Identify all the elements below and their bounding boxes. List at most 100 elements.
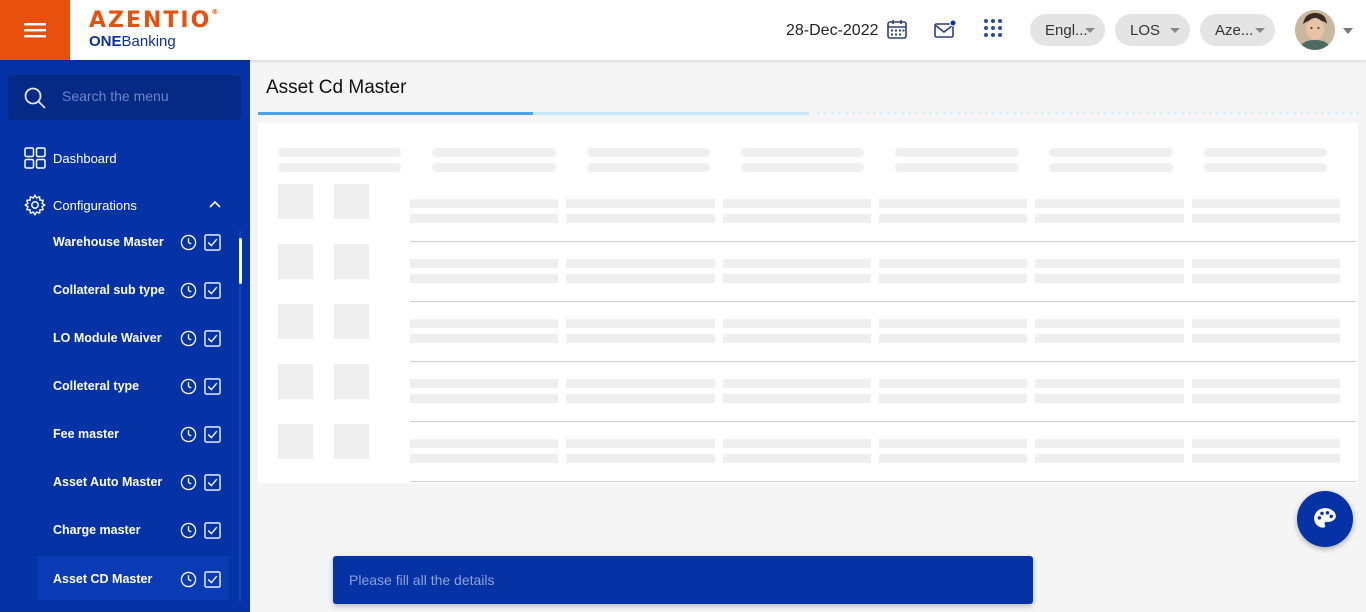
checkbox-icon[interactable] [204,234,221,251]
menu-search-input[interactable] [62,88,232,104]
clock-icon[interactable] [180,571,197,588]
theme-palette-button[interactable] [1297,491,1353,547]
validation-toast: Please fill all the details [333,556,1033,604]
clock-icon[interactable] [180,282,197,299]
sidebar-item-lo-module-waiver[interactable]: LO Module Waiver [38,318,229,358]
clock-icon[interactable] [180,378,197,395]
skeleton-header-bar [432,163,556,172]
checkbox-icon[interactable] [204,282,221,299]
sidebar-item-collateral-sub-type[interactable]: Collateral sub type [38,270,229,310]
module-select-value: LOS [1130,21,1161,39]
module-select[interactable]: LOS [1115,14,1190,46]
progress-tab-next [533,112,809,115]
skeleton-cell-bar [723,334,871,343]
skeleton-cell-bar [566,214,715,223]
apps-grid-icon[interactable] [982,17,1006,41]
user-avatar[interactable] [1295,10,1335,50]
skeleton-cell-bar [1192,274,1340,283]
skeleton-cell-bar [566,394,715,403]
skeleton-cell-bar [1035,334,1184,343]
clock-icon[interactable] [180,474,197,491]
skeleton-cell-bar [410,454,558,463]
skeleton-header-bar [278,163,401,172]
skeleton-cell-bar [566,259,715,268]
sidebar-item-charge-master[interactable]: Charge master [38,510,229,550]
skeleton-header-bar [587,148,710,157]
skeleton-cell-bar [410,199,558,208]
chevron-down-icon [1085,28,1095,33]
sidebar-item-asset-cd-master[interactable]: Asset CD Master [38,556,229,600]
checkbox-icon[interactable] [204,378,221,395]
skeleton-cell-bar [879,319,1027,328]
sidebar-item-configurations[interactable]: Configurations [24,194,224,216]
checkbox-icon[interactable] [204,474,221,491]
entity-select[interactable]: Aze... [1200,14,1275,46]
user-menu-chevron-icon[interactable] [1343,28,1353,34]
brand-sub-bold: ONE [89,33,122,50]
skeleton-cell-bar [879,334,1027,343]
skeleton-cell-bar [879,199,1027,208]
calendar-icon[interactable] [886,18,910,42]
checkbox-icon[interactable] [204,426,221,443]
skeleton-header-bar [741,148,864,157]
clock-icon[interactable] [180,522,197,539]
clock-icon[interactable] [180,234,197,251]
menu-search[interactable] [8,75,241,120]
checkbox-icon[interactable] [204,571,221,588]
hamburger-menu-button[interactable] [0,0,70,60]
sidebar-item-label: Asset Auto Master [53,475,163,489]
skeleton-cell-bar [410,379,558,388]
skeleton-cell-bar [879,379,1027,388]
checkbox-icon[interactable] [204,522,221,539]
sidebar-item-colleteral-type[interactable]: Colleteral type [38,366,229,406]
skeleton-cell-bar [1192,439,1340,448]
skeleton-cell-bar [1192,334,1340,343]
business-date: 28-Dec-2022 [786,22,879,39]
mail-icon[interactable] [933,18,957,42]
skeleton-cell-bar [410,274,558,283]
row-divider [410,421,1356,422]
row-divider [410,301,1356,302]
skeleton-cell-bar [879,439,1027,448]
skeleton-cell-bar [566,454,715,463]
skeleton-cell-bar [1192,379,1340,388]
sidebar-item-warehouse-master[interactable]: Warehouse Master [38,222,229,262]
sidebar-scrollbar-thumb[interactable] [239,238,242,284]
skeleton-box [334,364,369,399]
sidebar-item-label: Warehouse Master [53,235,164,249]
skeleton-header-bar [1049,148,1173,157]
sidebar-item-dashboard[interactable]: Dashboard [24,147,117,169]
skeleton-box [278,364,313,399]
skeleton-cell-bar [566,334,715,343]
brand-name: AZENTIO [89,8,212,33]
toast-message: Please fill all the details [349,572,495,588]
skeleton-cell-bar [1192,199,1340,208]
sidebar: Dashboard Configurations Warehouse Maste… [0,60,250,612]
row-divider [410,481,1356,482]
top-header: AZENTIO® ONEBanking 28-Dec-2022 Engl... … [0,0,1366,60]
skeleton-header-bar [587,163,710,172]
skeleton-header-bar [895,163,1019,172]
chevron-down-icon [1255,28,1265,33]
clock-icon[interactable] [180,330,197,347]
skeleton-cell-bar [1192,319,1340,328]
skeleton-cell-bar [723,259,871,268]
skeleton-cell-bar [1192,214,1340,223]
skeleton-cell-bar [566,379,715,388]
skeleton-cell-bar [1035,379,1184,388]
skeleton-cell-bar [1035,454,1184,463]
sidebar-item-asset-auto-master[interactable]: Asset Auto Master [38,462,229,502]
skeleton-header-bar [1049,163,1173,172]
language-select[interactable]: Engl... [1030,14,1105,46]
skeleton-cell-bar [1192,394,1340,403]
clock-icon[interactable] [180,426,197,443]
skeleton-cell-bar [566,319,715,328]
skeleton-box [334,304,369,339]
sidebar-item-fee-master[interactable]: Fee master [38,414,229,454]
skeleton-box [278,184,313,219]
checkbox-icon[interactable] [204,330,221,347]
hamburger-icon [24,23,46,38]
sidebar-scrollbar-track[interactable] [239,230,241,602]
skeleton-cell-bar [410,214,558,223]
skeleton-header-bar [1204,163,1327,172]
